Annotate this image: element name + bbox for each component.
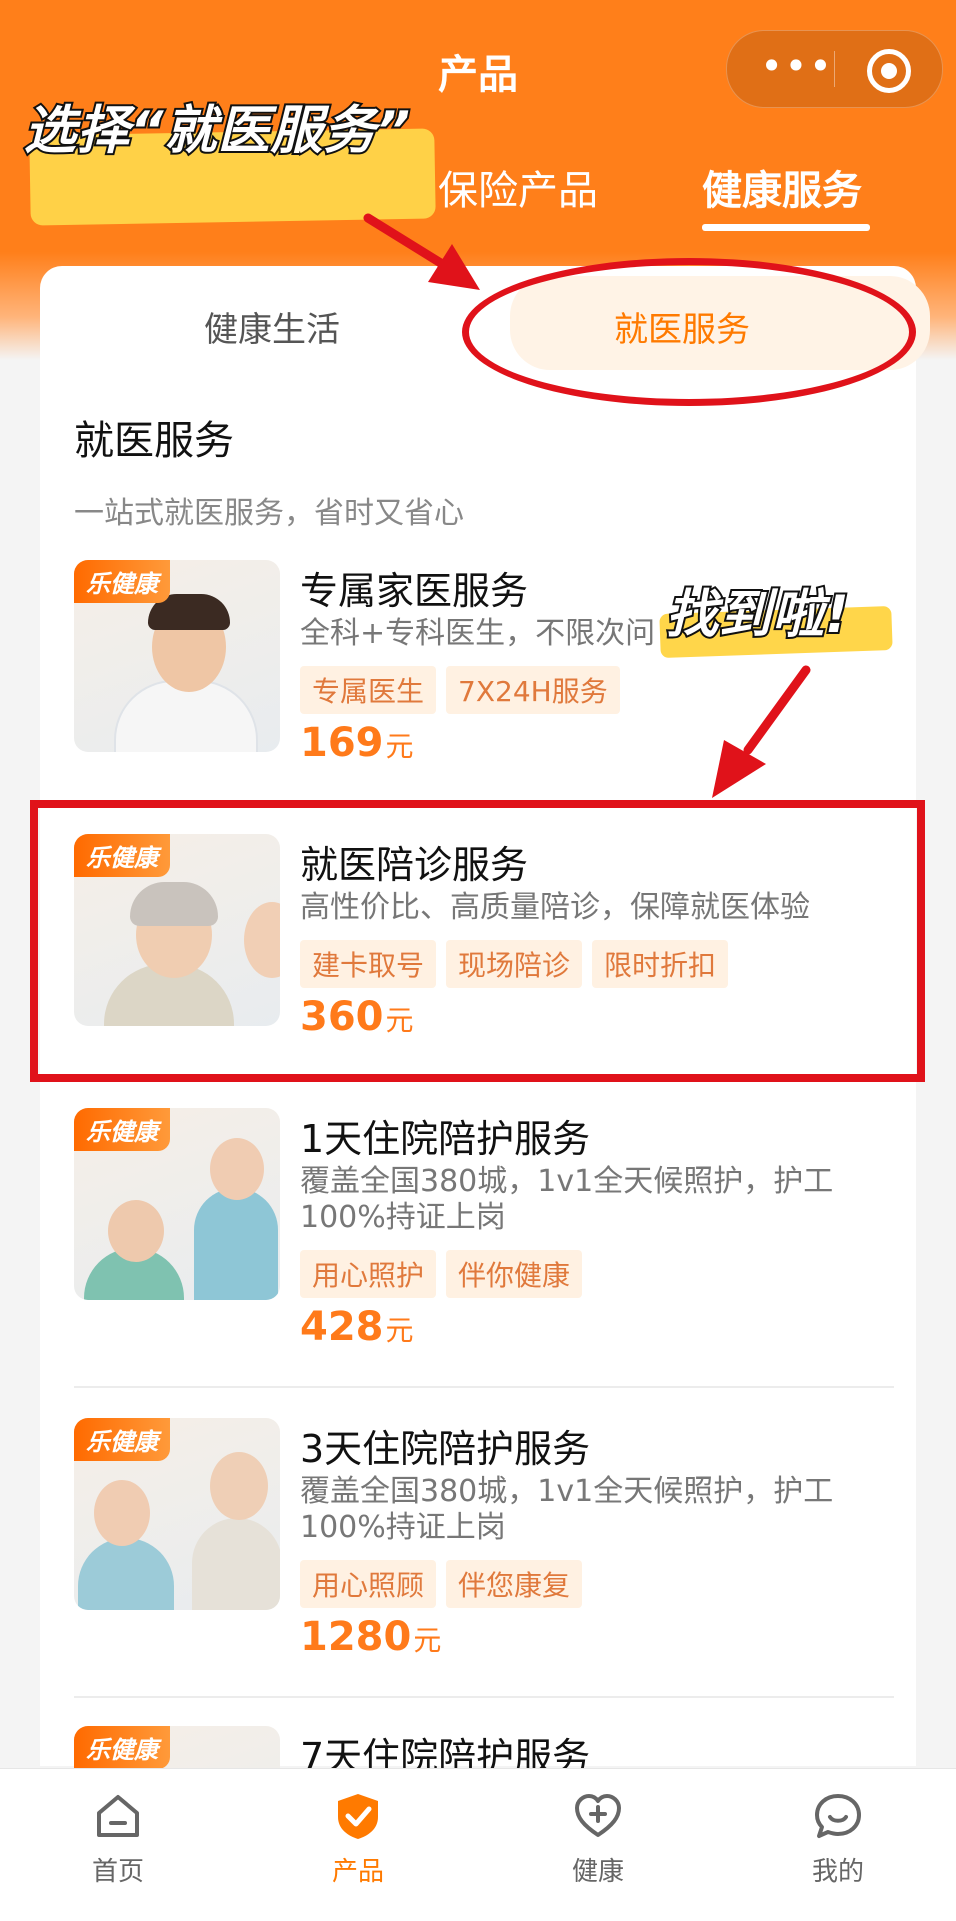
item-thumbnail: 乐健康 — [74, 1726, 280, 1768]
tab-health-services[interactable]: 健康服务 — [702, 158, 862, 216]
price-value: 169 — [300, 720, 384, 766]
item-tags: 用心照护 伴你健康 — [300, 1250, 583, 1298]
item-tag: 专属医生 — [300, 666, 437, 714]
section-title: 就医服务 — [74, 418, 234, 464]
heart-plus-icon — [573, 1791, 623, 1841]
subtab-healthy-life[interactable]: 健康生活 — [204, 302, 340, 351]
tab-insurance-products[interactable]: 保险产品 — [438, 158, 598, 216]
item-tag: 伴你健康 — [446, 1250, 583, 1298]
list-divider — [74, 1696, 894, 1698]
item-price: 428元 — [300, 1304, 414, 1350]
brand-badge: 乐健康 — [74, 1108, 170, 1151]
nurse-face — [94, 1480, 150, 1546]
mini-program-capsule[interactable]: ••• — [726, 30, 943, 108]
tabbar-label: 首页 — [91, 1857, 144, 1887]
annotation-select-note: 选择“就医服务” — [22, 99, 412, 163]
nurse-face — [210, 1138, 264, 1200]
tabbar-home[interactable]: 首页 — [58, 1791, 178, 1888]
price-unit: 元 — [385, 1314, 414, 1347]
brand-badge: 乐健康 — [74, 1726, 170, 1768]
tabbar-products[interactable]: 产品 — [298, 1791, 418, 1888]
tabbar-label: 健康 — [571, 1857, 624, 1887]
bottom-tab-bar: 首页 产品 健康 我的 — [0, 1768, 956, 1921]
price-unit: 元 — [385, 730, 414, 763]
item-title: 专属家医服务 — [300, 569, 529, 613]
home-icon — [93, 1791, 143, 1841]
list-divider — [74, 1386, 894, 1388]
patient-face — [108, 1200, 164, 1262]
item-tag: 伴您康复 — [446, 1560, 583, 1608]
item-tags: 用心照顾 伴您康复 — [300, 1560, 583, 1608]
service-item-hospital-7day[interactable]: 乐健康 7天住院陪护服务 — [74, 1726, 894, 1768]
item-thumbnail: 乐健康 — [74, 1418, 280, 1610]
annotation-found-note: 找到啦! — [664, 583, 851, 647]
item-tag: 用心照护 — [300, 1250, 437, 1298]
price-value: 1280 — [300, 1614, 412, 1660]
shield-check-icon — [333, 1791, 383, 1841]
section-subtitle: 一站式就医服务，省时又省心 — [74, 496, 464, 531]
nurse-body — [78, 1538, 174, 1610]
tabbar-health[interactable]: 健康 — [538, 1791, 658, 1888]
item-tags: 专属医生 7X24H服务 — [300, 666, 620, 714]
brand-badge: 乐健康 — [74, 1418, 170, 1461]
item-title: 1天住院陪护服务 — [300, 1117, 591, 1161]
tabbar-mine[interactable]: 我的 — [778, 1791, 898, 1888]
item-title: 7天住院陪护服务 — [300, 1735, 591, 1768]
item-price: 1280元 — [300, 1614, 441, 1660]
close-target-icon[interactable] — [867, 49, 911, 93]
item-title: 3天住院陪护服务 — [300, 1427, 591, 1471]
item-price: 169元 — [300, 720, 414, 766]
price-value: 428 — [300, 1304, 384, 1350]
service-item-hospital-3day[interactable]: 乐健康 3天住院陪护服务 覆盖全国380城，1v1全天候照护，护工100%持证上… — [74, 1418, 894, 1660]
elder-body — [192, 1518, 280, 1610]
item-thumbnail: 乐健康 — [74, 560, 280, 752]
tabbar-label: 我的 — [811, 1857, 864, 1887]
nurse-body — [194, 1188, 278, 1300]
active-tab-indicator — [702, 224, 870, 231]
price-unit: 元 — [413, 1624, 442, 1657]
capsule-divider — [834, 51, 835, 87]
more-icon[interactable]: ••• — [757, 45, 837, 93]
item-thumbnail: 乐健康 — [74, 1108, 280, 1300]
annotation-ellipse — [462, 258, 916, 406]
item-tag: 7X24H服务 — [446, 666, 620, 714]
service-item-hospital-1day[interactable]: 乐健康 1天住院陪护服务 覆盖全国380城，1v1全天候照护，护工100%持证上… — [74, 1108, 894, 1350]
item-tag: 用心照顾 — [300, 1560, 437, 1608]
annotation-box — [30, 800, 925, 1082]
chat-bubble-icon — [813, 1791, 863, 1841]
item-desc: 覆盖全国380城，1v1全天候照护，护工100%持证上岗 — [300, 1164, 834, 1235]
brand-badge: 乐健康 — [74, 560, 170, 603]
elder-face — [210, 1452, 268, 1520]
item-desc: 覆盖全国380城，1v1全天候照护，护工100%持证上岗 — [300, 1474, 834, 1545]
tabbar-label: 产品 — [331, 1857, 384, 1887]
